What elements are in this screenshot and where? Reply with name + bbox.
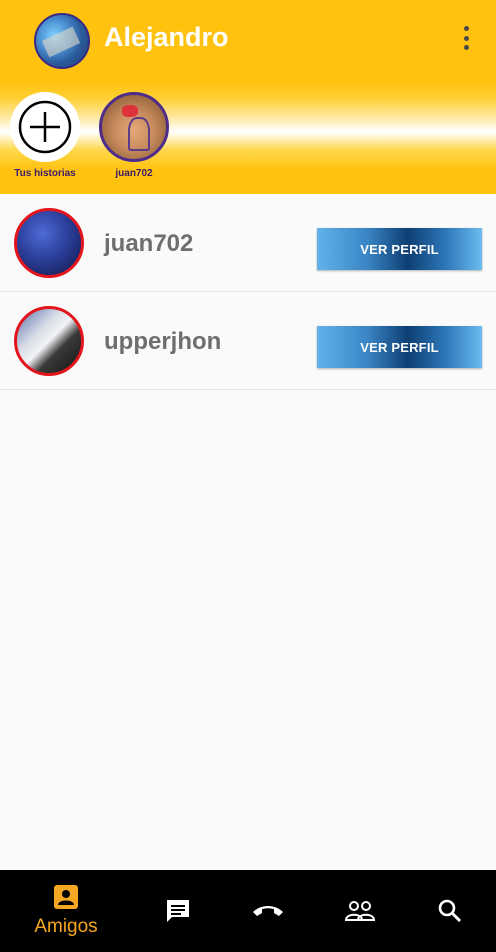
- nav-item-search[interactable]: [430, 870, 470, 952]
- story-item[interactable]: juan702: [98, 92, 170, 179]
- story-label: Tus historias: [14, 168, 76, 179]
- view-profile-button[interactable]: VER PERFIL: [317, 326, 482, 368]
- story-add[interactable]: Tus historias: [9, 92, 81, 179]
- nav-label: Amigos: [34, 916, 98, 937]
- friend-avatar[interactable]: [14, 208, 84, 278]
- search-icon: [438, 899, 462, 923]
- phone-hangup-icon: [253, 906, 283, 916]
- user-avatar[interactable]: [34, 13, 90, 69]
- bottom-navigation: Amigos: [0, 870, 496, 952]
- story-label: juan702: [115, 168, 153, 179]
- contact-icon: [54, 885, 78, 909]
- view-profile-button[interactable]: VER PERFIL: [317, 228, 482, 270]
- nav-item-groups[interactable]: [340, 870, 380, 952]
- nav-item-amigos[interactable]: Amigos: [26, 870, 106, 952]
- nav-item-chat[interactable]: [158, 870, 198, 952]
- user-name: Alejandro: [104, 22, 229, 52]
- add-story-button[interactable]: [10, 92, 80, 162]
- chat-icon: [167, 900, 189, 922]
- group-icon: [344, 901, 376, 921]
- nav-item-calls[interactable]: [248, 870, 288, 952]
- top-app-bar: Alejandro Tus historias juan702: [0, 0, 496, 194]
- friend-row: juan702 VER PERFIL: [0, 194, 496, 292]
- plus-circle-icon: [18, 100, 72, 154]
- friend-row: upperjhon VER PERFIL: [0, 292, 496, 390]
- story-avatar[interactable]: [99, 92, 169, 162]
- more-options-icon[interactable]: [456, 22, 476, 54]
- friend-name: upperjhon: [104, 328, 222, 355]
- friend-name: juan702: [104, 230, 194, 257]
- friend-avatar[interactable]: [14, 306, 84, 376]
- friends-list: juan702 VER PERFIL upperjhon VER PERFIL: [0, 194, 496, 390]
